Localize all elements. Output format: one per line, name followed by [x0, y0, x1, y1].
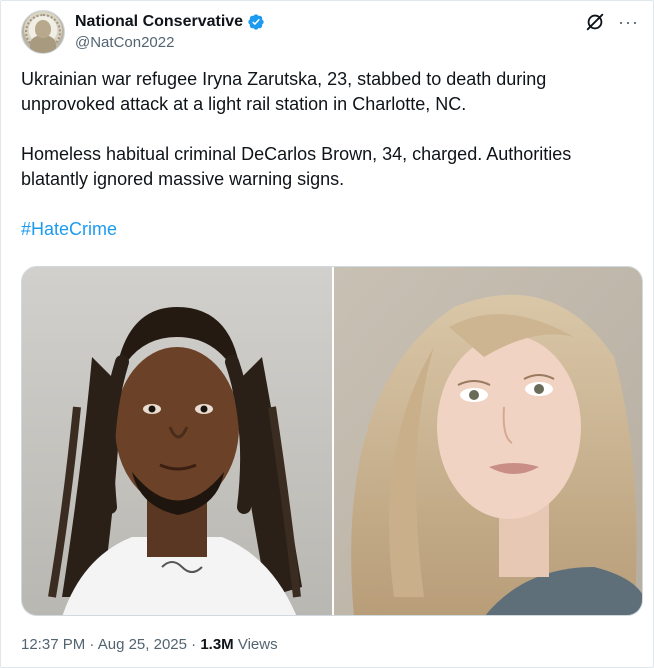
portrait-image: [334, 267, 642, 615]
hashtag-link[interactable]: #HateCrime: [21, 219, 117, 239]
media-grid: [21, 266, 643, 616]
more-options-icon[interactable]: ···: [618, 11, 639, 33]
avatar-head: [35, 20, 51, 38]
author-handle[interactable]: @NatCon2022: [75, 33, 265, 53]
tweet-paragraph-1: Ukrainian war refugee Iryna Zarutska, 23…: [21, 69, 547, 114]
footer-separator: ·: [186, 636, 201, 653]
author-names: National Conservative @NatCon2022: [75, 12, 265, 53]
tweet-time[interactable]: 12:37 PM: [21, 636, 85, 653]
tweet-footer: 12:37 PM · Aug 25, 2025 · 1.3M Views: [21, 635, 278, 655]
name-row: National Conservative: [75, 12, 265, 32]
verified-badge-icon[interactable]: [247, 13, 265, 31]
views-count[interactable]: 1.3M: [200, 636, 233, 653]
display-name[interactable]: National Conservative: [75, 12, 243, 32]
footer-separator: ·: [85, 636, 98, 653]
mugshot-photo[interactable]: [22, 267, 332, 615]
mugshot-image: [22, 267, 332, 615]
grok-icon[interactable]: [584, 11, 606, 33]
tweet-header: National Conservative @NatCon2022 ···: [21, 7, 639, 57]
views-label: Views: [233, 636, 278, 653]
tweet-text: Ukrainian war refugee Iryna Zarutska, 23…: [21, 67, 631, 242]
header-actions: ···: [584, 11, 639, 33]
avatar[interactable]: [21, 10, 65, 54]
tweet-date[interactable]: Aug 25, 2025: [98, 636, 187, 653]
tweet-paragraph-2: Homeless habitual criminal DeCarlos Brow…: [21, 144, 572, 189]
tweet-card: National Conservative @NatCon2022 ··· Uk…: [0, 0, 654, 668]
portrait-photo[interactable]: [334, 267, 642, 615]
